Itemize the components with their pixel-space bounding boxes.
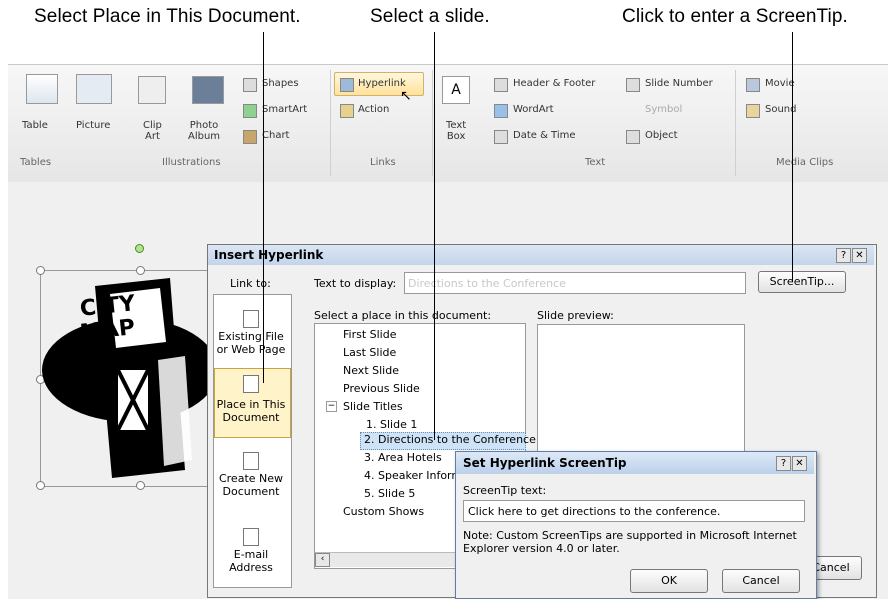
picture-icon <box>76 74 112 104</box>
screentip-cancel-button[interactable]: Cancel <box>722 569 800 593</box>
smartart-button[interactable]: SmartArt <box>262 104 307 115</box>
tree-slide-3[interactable]: 3. Area Hotels <box>364 451 442 464</box>
text-to-display-value: Directions to the Conference <box>408 277 566 290</box>
group-tables: Tables <box>20 157 52 168</box>
group-illustrations: Illustrations <box>162 157 221 168</box>
callout-line-screentip <box>792 32 793 282</box>
clip-art-button[interactable]: Clip Art <box>143 120 162 142</box>
callout-place-in-document: Select Place in This Document. <box>34 6 301 27</box>
group-links: Links <box>370 157 396 168</box>
tree-custom-shows[interactable]: Custom Shows <box>343 505 424 518</box>
action-icon <box>340 104 354 118</box>
collapse-icon[interactable]: − <box>326 401 337 412</box>
chart-button[interactable]: Chart <box>262 130 289 141</box>
rotate-handle[interactable] <box>135 244 144 253</box>
action-button[interactable]: Action <box>358 104 389 115</box>
tree-first-slide[interactable]: First Slide <box>343 328 397 341</box>
callout-line-place <box>263 32 264 383</box>
callout-screentip: Click to enter a ScreenTip. <box>622 6 848 27</box>
slide-number-button[interactable]: Slide Number <box>645 78 713 89</box>
shapes-button[interactable]: Shapes <box>262 78 299 89</box>
place-in-document-icon <box>243 375 259 393</box>
date-time-button[interactable]: Date & Time <box>513 130 576 141</box>
screentip-text-label: ScreenTip text: <box>463 484 547 497</box>
text-box-button[interactable]: Text Box <box>446 120 466 142</box>
select-place-label: Select a place in this document: <box>314 309 492 322</box>
help-icon[interactable]: ? <box>836 248 851 263</box>
tree-next-slide[interactable]: Next Slide <box>343 364 399 377</box>
ribbon-separator <box>330 70 331 176</box>
hyperlink-icon <box>340 78 354 92</box>
tree-previous-slide[interactable]: Previous Slide <box>343 382 420 395</box>
clipart-map: MAP <box>78 315 137 346</box>
wordart-button[interactable]: WordArt <box>513 104 554 115</box>
callout-select-slide: Select a slide. <box>370 6 490 27</box>
picture-button[interactable]: Picture <box>76 120 110 131</box>
clip-art-icon <box>138 76 166 104</box>
screentip-close-icon[interactable]: ✕ <box>792 456 807 471</box>
ribbon-separator <box>432 70 433 176</box>
hyperlink-label: Hyperlink <box>358 78 406 89</box>
screentip-ok-button[interactable]: OK <box>630 569 708 593</box>
table-icon <box>26 74 58 104</box>
dialog-title: Insert Hyperlink <box>214 248 324 262</box>
callout-line-slide <box>434 32 435 440</box>
sound-icon <box>746 104 760 118</box>
screentip-dialog-title: Set Hyperlink ScreenTip <box>463 456 627 470</box>
nav-email-address[interactable]: E-mail Address <box>214 548 288 574</box>
table-button[interactable]: Table <box>22 120 48 131</box>
text-box-icon: A <box>442 76 470 104</box>
tree-slide-1[interactable]: 1. Slide 1 <box>366 418 417 431</box>
symbol-button[interactable]: Symbol <box>645 104 682 115</box>
header-footer-icon <box>494 78 508 92</box>
tree-slide-titles[interactable]: Slide Titles <box>343 400 403 413</box>
group-text: Text <box>585 157 606 168</box>
slide-preview-label: Slide preview: <box>537 309 614 322</box>
nav-place-in-document[interactable]: Place in This Document <box>214 398 288 424</box>
slide-preview-pane <box>537 324 745 466</box>
close-icon[interactable]: ✕ <box>852 248 867 263</box>
nav-existing-file[interactable]: Existing File or Web Page <box>214 330 288 356</box>
screentip-button[interactable]: ScreenTip... <box>758 271 846 293</box>
movie-icon <box>746 78 760 92</box>
tree-slide-5[interactable]: 5. Slide 5 <box>364 487 415 500</box>
smartart-icon <box>243 104 257 118</box>
shapes-icon <box>243 78 257 92</box>
object-icon <box>626 130 640 144</box>
link-to-label: Link to: <box>230 277 271 290</box>
mouse-cursor-icon: ↖ <box>400 88 412 104</box>
movie-button[interactable]: Movie <box>765 78 795 89</box>
screentip-help-icon[interactable]: ? <box>776 456 791 471</box>
photo-album-button[interactable]: Photo Album <box>188 120 220 142</box>
header-footer-button[interactable]: Header & Footer <box>513 78 595 89</box>
group-media-clips: Media Clips <box>776 157 834 168</box>
chart-icon <box>243 130 257 144</box>
nav-create-new-document[interactable]: Create New Document <box>214 472 288 498</box>
scroll-left-icon[interactable]: ‹ <box>315 553 330 567</box>
screentip-text-value: Click here to get directions to the conf… <box>468 505 721 518</box>
tree-last-slide[interactable]: Last Slide <box>343 346 396 359</box>
text-to-display-label: Text to display: <box>314 277 397 290</box>
existing-file-icon <box>243 310 259 328</box>
photo-album-icon <box>192 76 224 104</box>
tree-slide-2[interactable]: 2. Directions to the Conference <box>364 433 536 446</box>
wordart-icon <box>494 104 508 118</box>
slide-number-icon <box>626 78 640 92</box>
date-time-icon <box>494 130 508 144</box>
create-document-icon <box>243 452 259 470</box>
ribbon-separator <box>735 70 736 176</box>
object-button[interactable]: Object <box>645 130 678 141</box>
email-icon <box>243 528 259 546</box>
screentip-note: Note: Custom ScreenTips are supported in… <box>463 529 797 555</box>
